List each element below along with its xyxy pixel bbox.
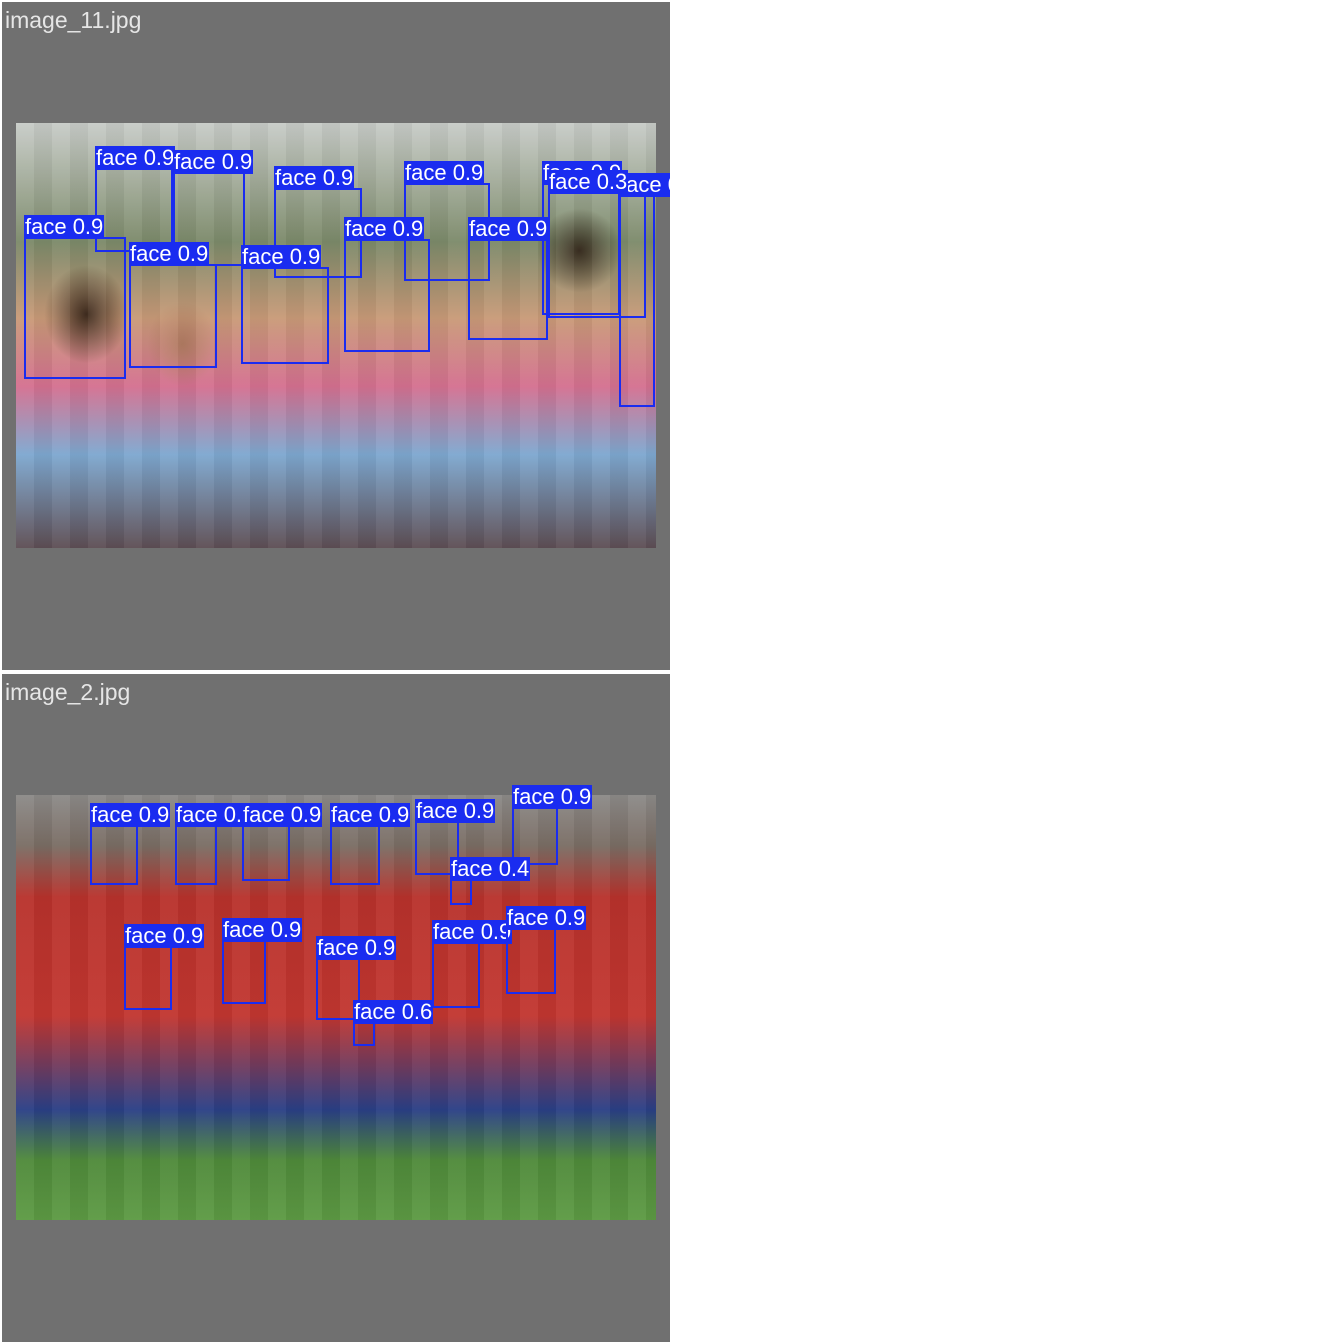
face-detection-label: face 0.3 [548,169,629,194]
face-detection-box: face 0.9 [24,215,126,379]
face-detection-box: face 0.9 [432,920,513,1008]
face-detection-label: face 0.6 [353,999,434,1024]
face-detection-label: face 0.9 [404,160,485,185]
face-detection-label: face 0.9 [506,905,587,930]
face-detection-label: face 0.9 [512,784,593,809]
face-detection-box: face 0.9 [506,906,587,994]
image-filename: image_2.jpg [5,679,131,705]
face-detection-box: face 0.9 [468,217,549,340]
face-detection-box: face 0.9 [90,803,171,885]
face-detection-label: face 0.9 [124,923,205,948]
face-detection-box: face 0.4 [450,857,531,905]
face-detection-box: face 0.9 [129,242,217,368]
face-detection-box: face 0.9 [222,918,303,1004]
result-panel-1: image_11.jpg face 0.9 face 0.9 face 0.9 fac… [2,2,670,670]
face-detection-label: face 0.9 [222,917,303,942]
image-filename: image_11.jpg [5,7,142,33]
face-detection-label: face 0.9 [95,145,176,170]
face-detection-box: face 0.3 [548,170,646,318]
result-panel-2: image_2.jpg face 0.9 face 0.9 face 0.9 face… [2,674,670,1342]
face-detection-label: face 0.9 [129,241,210,266]
face-detection-label: face 0.9 [241,244,322,269]
face-detection-label: face 0.9 [432,919,513,944]
face-detection-box: face 0.9 [175,803,256,885]
face-detection-label: face 0.9 [316,935,397,960]
face-detection-label: face 0.9 [344,216,425,241]
face-detection-box: face 0.9 [330,803,411,885]
face-detection-label: face 0.9 [330,802,411,827]
face-detection-label: face 0.9 [90,802,171,827]
face-detection-box: face 0.9 [242,803,323,881]
face-detection-box: face 0.9 [344,217,430,352]
face-detection-label: face 0.9 [24,214,105,239]
face-detection-box: face 0.6 [353,1000,434,1046]
face-detection-box: face 0.9 [124,924,205,1010]
face-detection-label: face 0.9 [468,216,549,241]
face-detection-label: face 0.9 [274,165,355,190]
face-detection-label: face 0.9 [173,149,254,174]
face-detection-label: face 0.9 [242,802,323,827]
face-detection-label: face 0.4 [450,856,531,881]
face-detection-label: face 0.9 [415,798,496,823]
face-detection-box: face 0.9 [241,245,329,364]
